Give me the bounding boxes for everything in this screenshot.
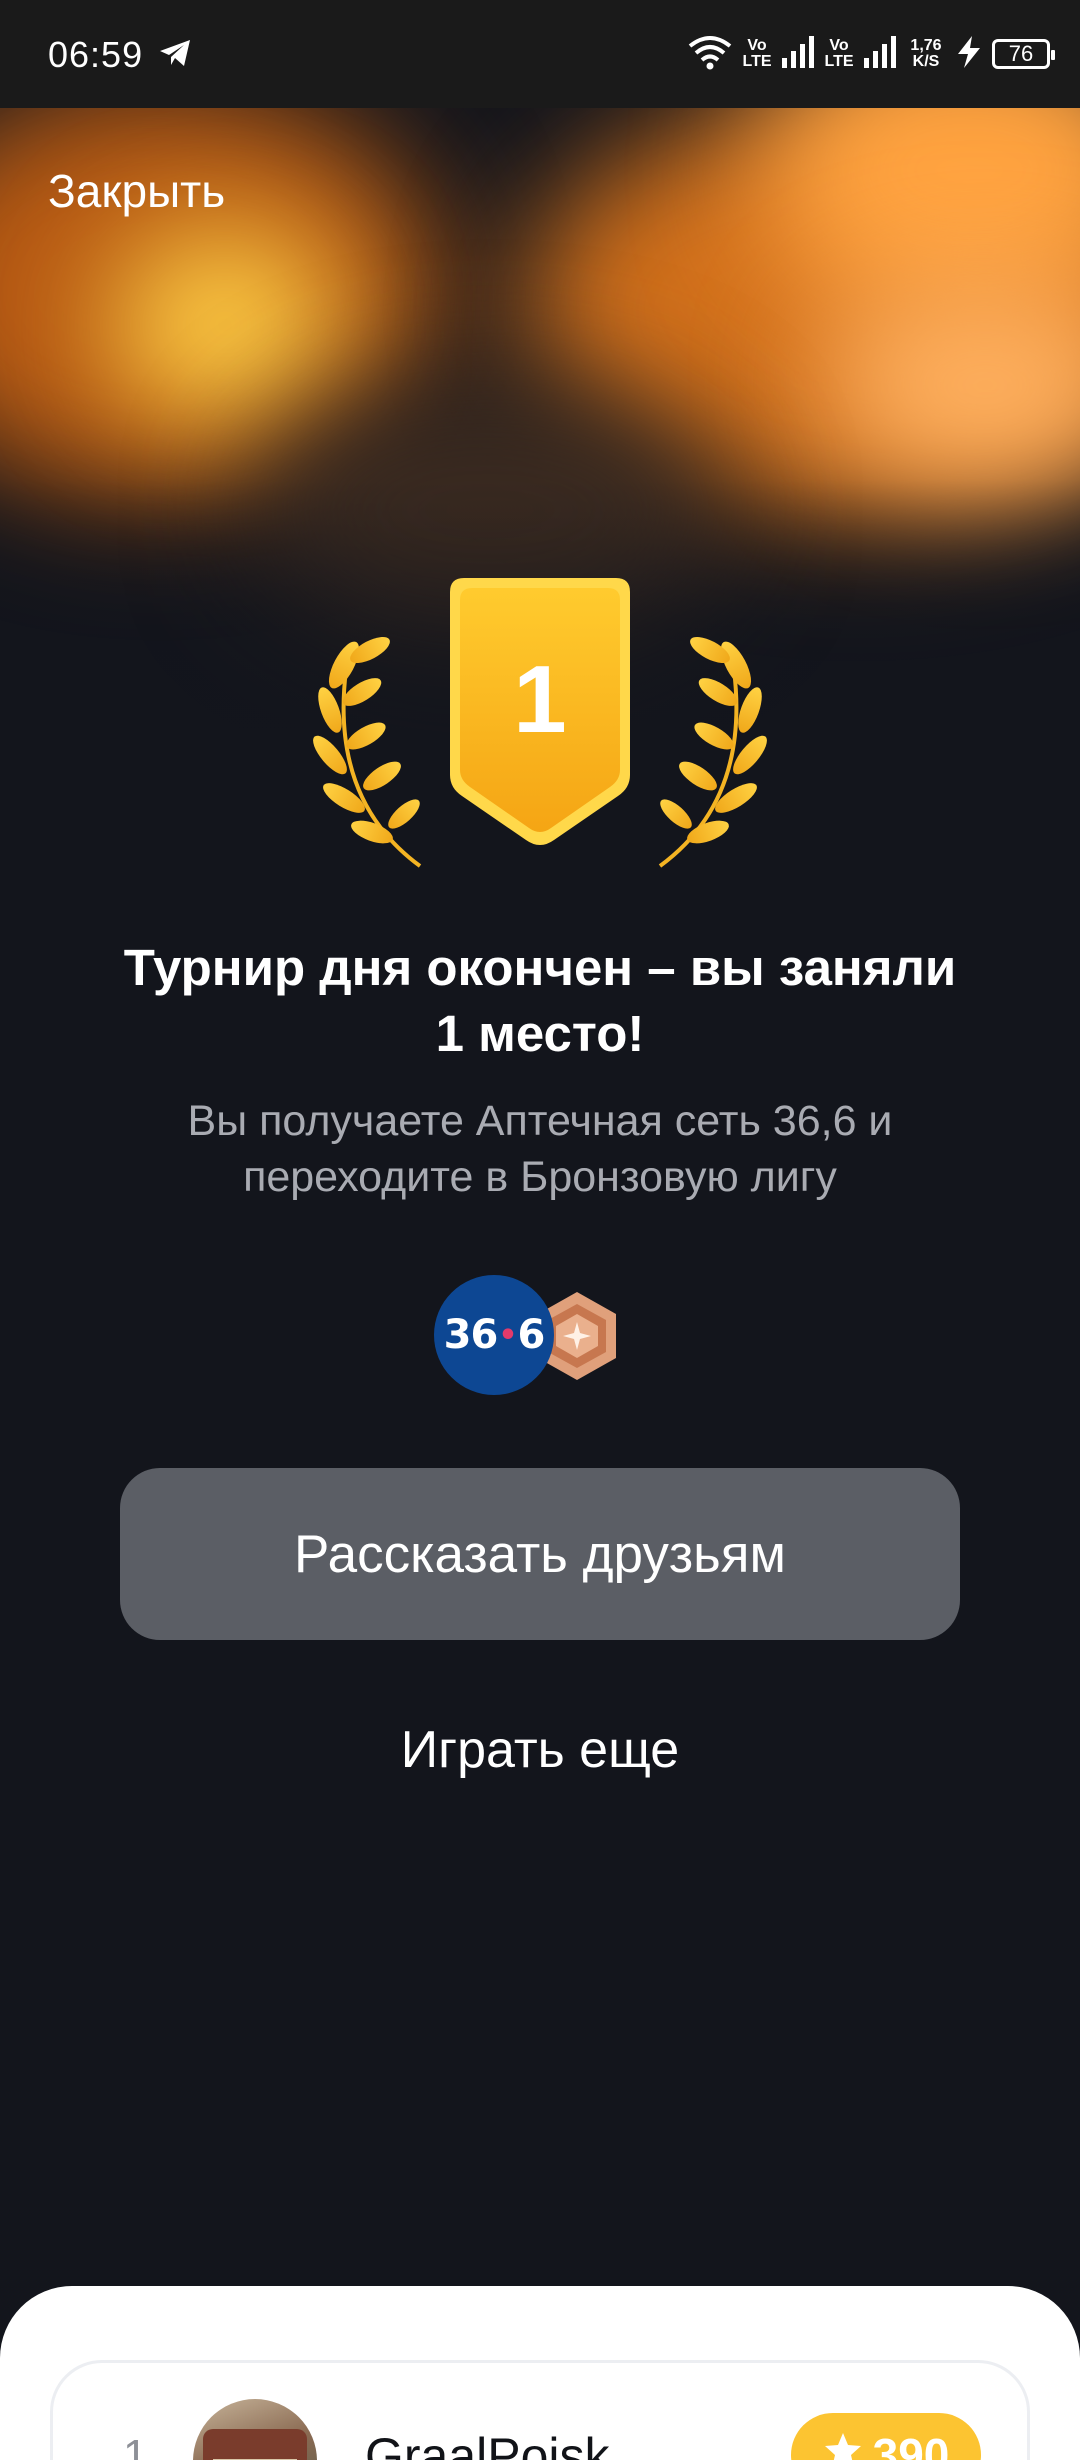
- volte-label-1: Vo LTE: [742, 37, 772, 70]
- battery-indicator: 76: [992, 39, 1055, 69]
- close-button[interactable]: Закрыть: [48, 164, 225, 218]
- result-title: Турнир дня окончен – вы заняли 1 место!: [123, 939, 957, 1062]
- telegram-icon: [158, 38, 192, 68]
- first-place-badge: 1: [300, 570, 780, 880]
- laurel-left-icon: [313, 636, 422, 868]
- avatar: [193, 2399, 317, 2460]
- share-with-friends-button[interactable]: Рассказать друзьям: [120, 1468, 960, 1640]
- laurel-right-icon: [658, 636, 767, 868]
- score-badge: 390: [791, 2413, 981, 2460]
- status-bar: 06:59 Vo LTE Vo LTE 1,76 K/S 76: [0, 0, 1080, 108]
- prize-icons: 36 • 6: [434, 1275, 634, 1397]
- signal-icon-1: [782, 35, 814, 73]
- screen: 06:59 Vo LTE Vo LTE 1,76 K/S 76 Закрыть …: [0, 0, 1080, 2460]
- pharmacy-logo-icon: 36 • 6: [434, 1275, 554, 1395]
- leaderboard-rank: 1: [123, 2431, 148, 2460]
- score-value: 390: [872, 2429, 950, 2460]
- status-icons: Vo LTE Vo LTE 1,76 K/S 76: [688, 30, 1055, 78]
- pharmacy-logo-part-2: 6: [517, 1312, 546, 1358]
- signal-icon-2: [864, 35, 896, 73]
- leaderboard-row[interactable]: 1 GraalPoisk 390: [50, 2360, 1030, 2460]
- charging-icon: [956, 35, 982, 73]
- star-icon: [823, 2428, 863, 2460]
- leaderboard-sheet[interactable]: 1 GraalPoisk 390: [0, 2286, 1080, 2460]
- network-speed: 1,76 K/S: [910, 37, 942, 70]
- leaderboard-name: GraalPoisk: [365, 2428, 610, 2460]
- pharmacy-logo-part-1: 36: [443, 1312, 499, 1358]
- play-again-button[interactable]: Играть еще: [240, 1720, 840, 1780]
- place-number: 1: [513, 646, 566, 753]
- result-subtitle: Вы получаете Аптечная сеть 36,6 и перехо…: [187, 1097, 893, 1201]
- wifi-icon: [688, 34, 732, 75]
- status-time: 06:59: [48, 34, 144, 75]
- volte-label-2: Vo LTE: [824, 37, 854, 70]
